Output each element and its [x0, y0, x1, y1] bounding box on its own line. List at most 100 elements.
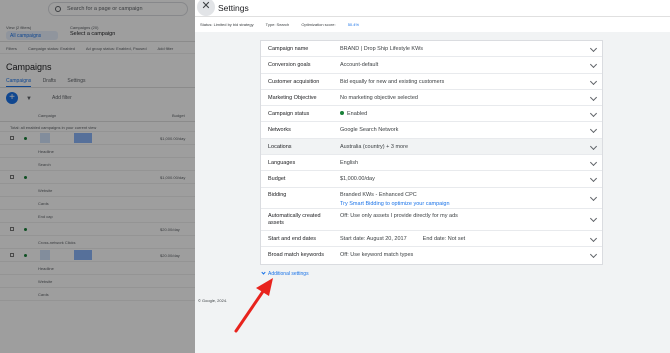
- bg-actions-bar: + ▼ Add filter: [0, 88, 195, 108]
- row-text: Headline: [38, 149, 54, 154]
- table-row[interactable]: Cross-network Clicks: [0, 236, 195, 249]
- chevron-down-icon[interactable]: [589, 159, 598, 167]
- bg-tab-campaigns[interactable]: Campaigns: [6, 78, 32, 87]
- setting-value-text: Account-default: [340, 62, 379, 69]
- setting-row-campaign-name[interactable]: Campaign name BRAND | Drop Ship Lifestyle…: [261, 41, 602, 58]
- bg-campaign-selector[interactable]: Select a campaign: [70, 31, 115, 37]
- table-row[interactable]: End cap: [0, 210, 195, 223]
- row-text: End cap: [38, 214, 53, 219]
- setting-row-bidding[interactable]: Bidding Branded KWs - Enhanced CPC Try Sma…: [261, 188, 602, 210]
- table-row[interactable]: Cards: [0, 197, 195, 210]
- setting-row-locations[interactable]: Locations Australia (country) + 3 more: [261, 138, 602, 156]
- row-checkbox[interactable]: [10, 253, 14, 257]
- table-row[interactable]: Headline: [0, 145, 195, 158]
- chevron-down-icon[interactable]: [589, 142, 598, 150]
- table-row[interactable]: Cards: [0, 288, 195, 301]
- row-checkbox[interactable]: [10, 175, 14, 179]
- setting-label: Languages: [268, 160, 296, 167]
- setting-value-text: $1,000.00/day: [340, 176, 375, 183]
- setting-label: Networks: [268, 127, 291, 134]
- search-icon: [55, 6, 61, 12]
- setting-row-marketing-objective[interactable]: Marketing Objective No marketing objectiv…: [261, 90, 602, 107]
- bg-total-row: Total: all enabled campaigns in your cur…: [0, 122, 195, 132]
- setting-row-automatically-created-assets[interactable]: Automatically created assets Off: Use onl…: [261, 209, 602, 232]
- bg-tab-settings[interactable]: Settings: [67, 78, 85, 84]
- bg-filter-2[interactable]: Ad group status: Enabled, Paused: [86, 46, 147, 51]
- optimization-score: Optimization score: 50.4%: [301, 22, 370, 27]
- table-row[interactable]: $20.00/day: [0, 223, 195, 236]
- table-row[interactable]: Search: [0, 158, 195, 171]
- table-row[interactable]: $1,000.00/day: [0, 132, 195, 145]
- row-checkbox[interactable]: [10, 136, 14, 140]
- table-row[interactable]: Website: [0, 275, 195, 288]
- status-dot-icon: [24, 137, 27, 140]
- setting-row-languages[interactable]: Languages English: [261, 155, 602, 172]
- setting-value-text: Branded KWs - Enhanced CPC: [340, 191, 417, 198]
- setting-value: Off: Use only assets I provide directly …: [340, 213, 458, 219]
- chevron-down-icon[interactable]: [589, 251, 598, 259]
- setting-row-campaign-status[interactable]: Campaign status Enabled: [261, 106, 602, 123]
- chevron-down-icon[interactable]: [589, 110, 598, 118]
- setting-label: Start and end dates: [268, 236, 317, 243]
- add-campaign-button[interactable]: +: [6, 92, 18, 104]
- chevron-down-icon[interactable]: [589, 77, 598, 85]
- bg-col-campaign[interactable]: Campaign: [38, 113, 56, 118]
- bg-search-input[interactable]: Search for a page or campaign: [48, 2, 188, 16]
- setting-row-networks[interactable]: Networks Google Search Network: [261, 122, 602, 139]
- chevron-down-icon[interactable]: [589, 44, 598, 53]
- ad-thumbnail: [74, 133, 92, 143]
- bg-tabs: Campaigns Drafts Settings: [0, 78, 195, 88]
- setting-label: Customer acquisition: [268, 78, 320, 85]
- setting-value: Australia (country) + 3 more: [340, 144, 408, 150]
- copyright-footer: © Google, 2024.: [198, 298, 228, 303]
- bg-table-header: Campaign Budget: [0, 108, 195, 122]
- filter-icon[interactable]: ▼: [26, 96, 32, 102]
- chevron-down-icon[interactable]: [589, 175, 598, 183]
- chevron-down-icon[interactable]: [589, 193, 598, 201]
- bg-tab-drafts[interactable]: Drafts: [43, 78, 56, 84]
- setting-row-broad-match-keywords[interactable]: Broad match keywords Off: Use keyword mat…: [261, 247, 602, 263]
- status-dot-icon: [340, 111, 344, 116]
- optimization-value[interactable]: 50.4%: [348, 22, 359, 27]
- row-text: Search: [38, 162, 51, 167]
- row-checkbox[interactable]: [10, 227, 14, 231]
- table-row[interactable]: $1,000.00/day: [0, 171, 195, 184]
- setting-value: BRAND | Drop Ship Lifestyle KWs: [340, 46, 423, 52]
- ad-thumbnail: [74, 250, 92, 260]
- setting-value-text: Off: Use only assets I provide directly …: [340, 213, 458, 220]
- setting-row-conversion-goals[interactable]: Conversion goals Account-default: [261, 57, 602, 74]
- row-text: Website: [38, 188, 53, 193]
- setting-label: Locations: [268, 143, 292, 150]
- status-dot-icon: [24, 228, 27, 231]
- optimization-label: Optimization score:: [301, 22, 336, 27]
- table-row[interactable]: $20.00/day: [0, 249, 195, 262]
- setting-row-start-and-end-dates[interactable]: Start and end dates Start date: August 20…: [261, 231, 602, 248]
- chevron-down-icon[interactable]: [589, 61, 598, 69]
- setting-value: Enabled: [340, 111, 367, 117]
- setting-value: Start date: August 20, 2017 End date: Not…: [340, 236, 465, 242]
- row-text: Cards: [38, 292, 49, 297]
- setting-row-customer-acquisition[interactable]: Customer acquisition Bid equally for new …: [261, 74, 602, 90]
- page-title: Settings: [218, 3, 249, 13]
- smart-bidding-link[interactable]: Try Smart Bidding to optimize your campa…: [340, 201, 450, 207]
- chevron-down-icon[interactable]: [589, 235, 598, 243]
- table-row[interactable]: Website: [0, 184, 195, 197]
- chevron-down-icon[interactable]: [589, 126, 598, 134]
- status-dot-icon: [24, 254, 27, 257]
- row-budget: $1,000.00/day: [160, 175, 186, 180]
- bg-all-campaigns-button[interactable]: All campaigns: [6, 31, 58, 40]
- setting-value: English: [340, 160, 358, 166]
- row-text: Website: [38, 279, 53, 284]
- bg-filter-1[interactable]: Campaign status: Enabled: [28, 46, 75, 51]
- bg-filter-3[interactable]: Add filter: [157, 46, 173, 51]
- bg-col-budget[interactable]: Budget: [172, 113, 185, 118]
- chevron-down-icon[interactable]: [589, 93, 598, 101]
- chevron-down-icon[interactable]: [589, 215, 598, 223]
- background-campaigns-view: Search for a page or campaign View (2 fi…: [0, 0, 195, 353]
- setting-value-secondary: End date: Not set: [422, 236, 466, 243]
- close-icon[interactable]: ✕: [197, 0, 215, 16]
- bg-view-label: View (2 filters): [6, 25, 32, 30]
- bg-add-filter[interactable]: Add filter: [52, 95, 72, 101]
- setting-row-budget[interactable]: Budget $1,000.00/day: [261, 171, 602, 188]
- table-row[interactable]: Headline: [0, 262, 195, 275]
